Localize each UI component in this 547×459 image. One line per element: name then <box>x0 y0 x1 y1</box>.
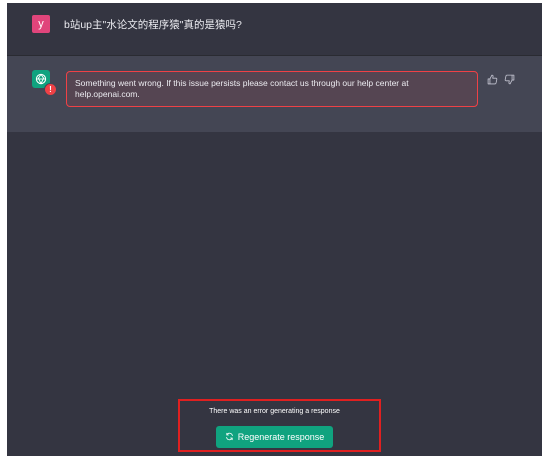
regenerate-response-label: Regenerate response <box>237 432 325 442</box>
user-message-text: b站up主"水论文的程序猿"真的是猿吗? <box>64 19 242 31</box>
generation-error-note: There was an error generating a response <box>209 408 340 415</box>
error-message: Something went wrong. If this issue pers… <box>66 71 478 107</box>
user-message-row: y b站up主"水论文的程序猿"真的是猿吗? <box>7 3 542 56</box>
regenerate-response-button[interactable]: Regenerate response <box>216 426 333 448</box>
error-badge-icon: ! <box>44 83 57 96</box>
refresh-icon <box>225 432 233 441</box>
assistant-message-row: ! Something went wrong. If this issue pe… <box>7 56 542 132</box>
chat-window: y b站up主"水论文的程序猿"真的是猿吗? ! Something went … <box>7 3 542 456</box>
thumbs-down-icon[interactable] <box>504 72 515 85</box>
user-avatar: y <box>32 15 50 33</box>
thumbs-up-icon[interactable] <box>487 72 498 85</box>
